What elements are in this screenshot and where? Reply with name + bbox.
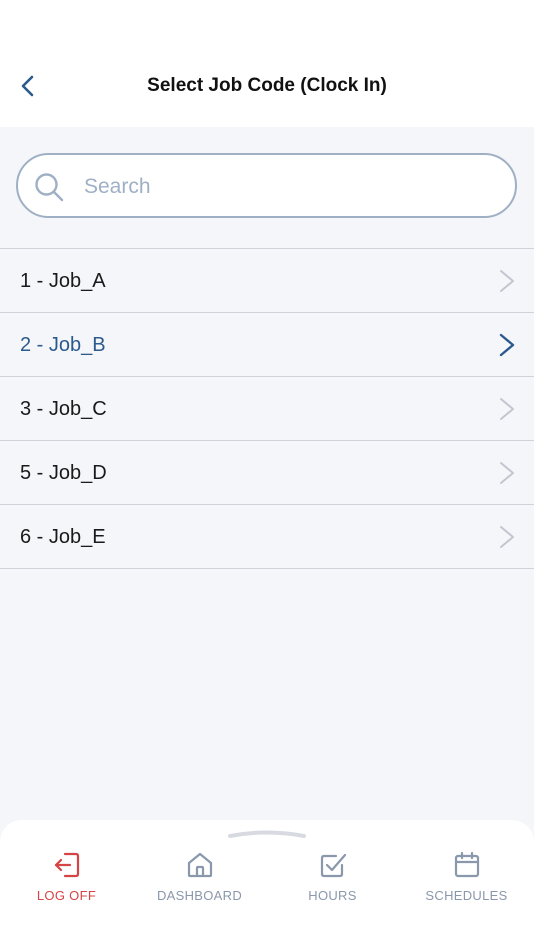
tab-label: SCHEDULES xyxy=(425,888,508,903)
search-bar[interactable] xyxy=(16,153,517,218)
home-icon xyxy=(187,852,212,878)
search-input[interactable] xyxy=(82,167,496,207)
tab-label: LOG OFF xyxy=(36,888,97,903)
job-code-screen: Select Job Code (Clock In) 1 - Job_A 2 -… xyxy=(0,0,534,950)
chevron-right-icon xyxy=(500,270,514,292)
checkbox-icon xyxy=(320,853,346,878)
chevron-right-icon xyxy=(500,462,514,484)
job-label: 6 - Job_E xyxy=(20,526,106,548)
drag-handle[interactable] xyxy=(228,830,306,838)
chevron-right-icon xyxy=(500,398,514,420)
chevron-right-icon xyxy=(499,333,515,357)
tab-label: HOURS xyxy=(308,888,357,903)
search-icon xyxy=(35,173,64,202)
page-title: Select Job Code (Clock In) xyxy=(147,75,387,96)
bottom-nav: LOG OFF DASHBOARD HOURS SCHEDULES xyxy=(0,820,534,950)
job-row-job-c[interactable]: 3 - Job_C xyxy=(0,377,534,441)
job-row-job-b[interactable]: 2 - Job_B xyxy=(0,313,534,377)
tab-hours[interactable]: HOURS xyxy=(266,850,399,910)
job-label: 3 - Job_C xyxy=(20,398,107,420)
logout-icon xyxy=(54,852,79,878)
job-label: 5 - Job_D xyxy=(20,462,107,484)
tab-log-off[interactable]: LOG OFF xyxy=(0,850,133,910)
chevron-right-icon xyxy=(500,526,514,548)
tab-label: DASHBOARD xyxy=(156,888,243,903)
job-code-list: 1 - Job_A 2 - Job_B 3 - Job_C 5 - Job_D … xyxy=(0,248,534,569)
header: Select Job Code (Clock In) xyxy=(0,0,534,127)
calendar-icon xyxy=(454,851,479,878)
job-row-job-e[interactable]: 6 - Job_E xyxy=(0,505,534,569)
job-label: 2 - Job_B xyxy=(20,334,106,356)
tab-dashboard[interactable]: DASHBOARD xyxy=(133,850,266,910)
tab-schedules[interactable]: SCHEDULES xyxy=(400,850,533,910)
job-row-job-a[interactable]: 1 - Job_A xyxy=(0,249,534,313)
job-label: 1 - Job_A xyxy=(20,270,106,292)
job-row-job-d[interactable]: 5 - Job_D xyxy=(0,441,534,505)
